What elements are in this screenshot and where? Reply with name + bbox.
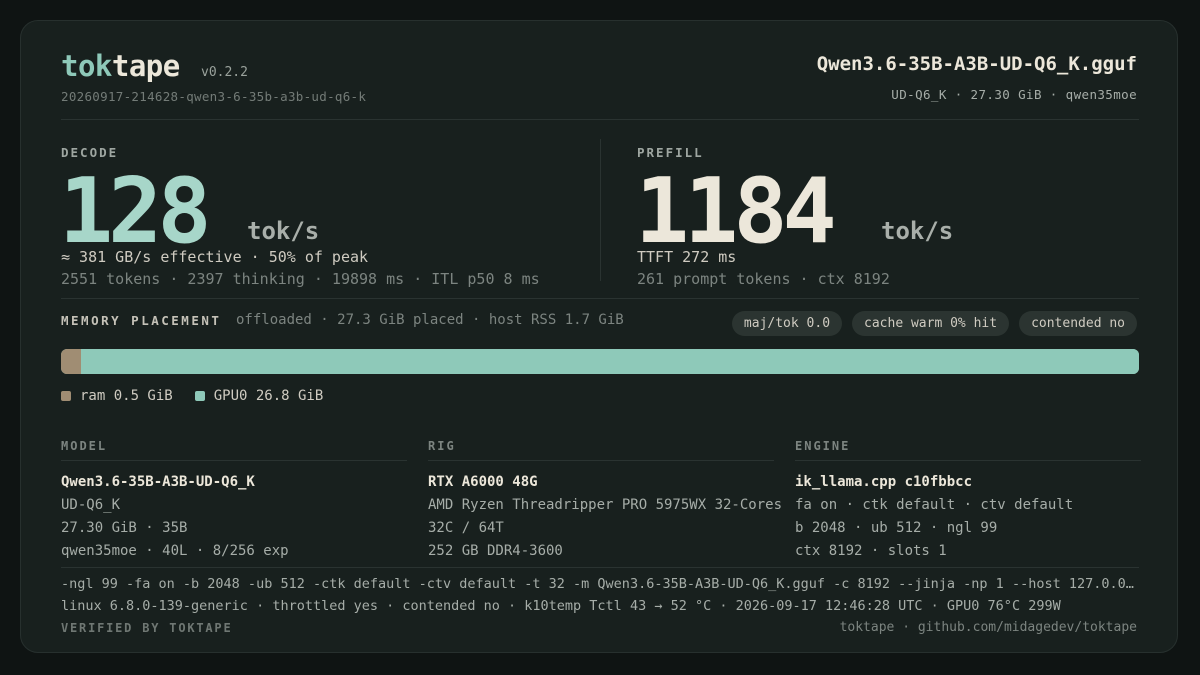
contended-badge: contended no bbox=[1019, 311, 1137, 336]
engine-column-title: ENGINE bbox=[795, 439, 851, 453]
prefill-value: 1184 bbox=[635, 159, 837, 264]
engine-column-divider bbox=[795, 460, 1141, 461]
decode-value: 128 bbox=[59, 159, 212, 264]
rig-column-divider bbox=[428, 460, 774, 461]
rig-cores: 32C / 64T bbox=[428, 520, 504, 536]
metrics-bottom-divider bbox=[61, 298, 1139, 299]
memory-segment-ram bbox=[61, 349, 81, 374]
legend-item-gpu0: GPU0 26.8 GiB bbox=[194, 388, 324, 404]
memory-segment-gpu0 bbox=[80, 349, 1139, 374]
model-column-title: MODEL bbox=[61, 439, 108, 453]
system-info: linux 6.8.0-139-generic · throttled yes … bbox=[61, 598, 1061, 614]
model-quant: UD-Q6_K bbox=[61, 497, 121, 513]
rig-column-title: RIG bbox=[428, 439, 456, 453]
engine-name: ik_llama.cpp c10fbbcc bbox=[795, 474, 973, 490]
cache-badge: cache warm 0% hit bbox=[852, 311, 1010, 336]
prefill-stats: 261 prompt tokens · ctx 8192 bbox=[637, 270, 890, 288]
rig-memory: 252 GB DDR4-3600 bbox=[428, 543, 563, 559]
memory-legend: ram 0.5 GiB GPU0 26.8 GiB bbox=[61, 388, 323, 404]
memory-badges: maj/tok 0.0 cache warm 0% hit contended … bbox=[731, 311, 1137, 336]
model-name: Qwen3.6-35B-A3B-UD-Q6_K bbox=[61, 474, 255, 490]
model-file-title: Qwen3.6-35B-A3B-UD-Q6_K.gguf bbox=[816, 53, 1137, 75]
run-id: 20260917-214628-qwen3-6-35b-a3b-ud-q6-k bbox=[61, 89, 367, 104]
engine-column: ENGINE ik_llama.cpp c10fbbcc fa on · ctk… bbox=[795, 439, 1141, 563]
header-divider bbox=[61, 119, 1139, 120]
verified-label: VERIFIED BY TOKTAPE bbox=[61, 621, 233, 635]
engine-batch: b 2048 · ub 512 · ngl 99 bbox=[795, 520, 998, 536]
majtok-badge: maj/tok 0.0 bbox=[731, 311, 843, 336]
footer-divider bbox=[61, 567, 1139, 568]
gpu0-swatch bbox=[194, 391, 205, 401]
benchmark-card: toktape v0.2.2 20260917-214628-qwen3-6-3… bbox=[20, 20, 1178, 653]
memory-description: offloaded · 27.3 GiB placed · host RSS 1… bbox=[236, 312, 624, 328]
brand-tape: tape bbox=[111, 49, 180, 83]
engine-context: ctx 8192 · slots 1 bbox=[795, 543, 947, 559]
brand-tok: tok bbox=[61, 49, 112, 83]
rig-column: RIG RTX A6000 48G AMD Ryzen Threadripper… bbox=[428, 439, 783, 563]
model-size: 27.30 GiB · 35B bbox=[61, 520, 188, 536]
decode-unit: tok/s bbox=[247, 217, 320, 245]
rig-cpu: AMD Ryzen Threadripper PRO 5975WX 32-Cor… bbox=[428, 497, 783, 513]
decode-label: DECODE bbox=[61, 145, 119, 160]
project-link[interactable]: toktape · github.com/midagedev/toktape bbox=[840, 620, 1137, 635]
prefill-unit: tok/s bbox=[881, 217, 954, 245]
legend-gpu0-label: GPU0 26.8 GiB bbox=[213, 388, 324, 404]
model-arch: qwen35moe · 40L · 8/256 exp bbox=[61, 543, 289, 559]
decode-stats: 2551 tokens · 2397 thinking · 19898 ms ·… bbox=[61, 270, 540, 288]
prefill-ttft: TTFT 272 ms bbox=[637, 248, 737, 266]
prefill-label: PREFILL bbox=[637, 145, 704, 160]
model-meta: UD-Q6_K · 27.30 GiB · qwen35moe bbox=[891, 87, 1137, 102]
command-line: -ngl 99 -fa on -b 2048 -ub 512 -ctk defa… bbox=[61, 576, 1141, 592]
version-label: v0.2.2 bbox=[201, 65, 248, 80]
memory-placement-label: MEMORY PLACEMENT bbox=[61, 313, 222, 328]
ram-swatch bbox=[61, 391, 71, 401]
memory-placement-bar bbox=[61, 349, 1139, 374]
engine-attention: fa on · ctk default · ctv default bbox=[795, 497, 1074, 513]
model-column: MODEL Qwen3.6-35B-A3B-UD-Q6_K UD-Q6_K 27… bbox=[61, 439, 407, 563]
legend-ram-label: ram 0.5 GiB bbox=[80, 388, 173, 404]
brand-logo: toktape bbox=[61, 49, 180, 83]
decode-bandwidth: ≈ 381 GB/s effective · 50% of peak bbox=[61, 248, 369, 266]
legend-item-ram: ram 0.5 GiB bbox=[61, 388, 173, 404]
rig-gpu: RTX A6000 48G bbox=[428, 474, 538, 490]
metrics-divider bbox=[600, 139, 601, 281]
model-column-divider bbox=[61, 460, 407, 461]
